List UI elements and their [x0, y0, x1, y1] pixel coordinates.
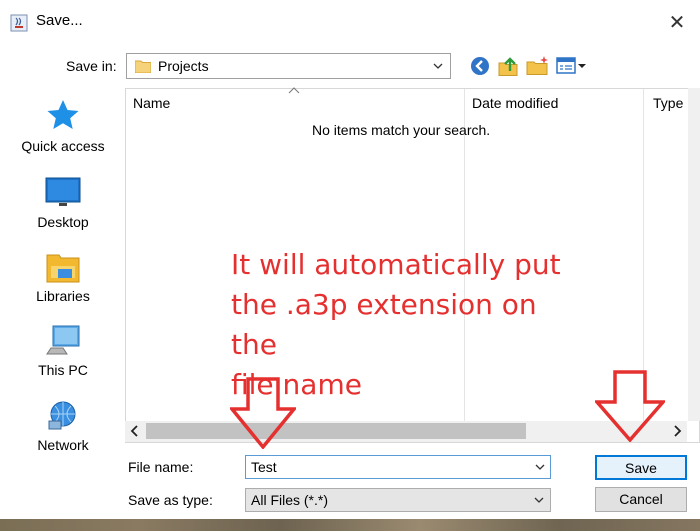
chevron-down-icon — [433, 63, 443, 69]
sidebar-item-label: This PC — [38, 362, 88, 378]
down-arrow-annotation-icon — [595, 370, 665, 442]
file-name-input[interactable] — [245, 455, 551, 479]
column-header-name[interactable]: Name — [133, 95, 170, 111]
annotation-line: the .a3p extension on the — [231, 288, 537, 361]
vertical-scrollbar[interactable] — [688, 88, 700, 421]
close-icon: ✕ — [668, 12, 686, 34]
title-bar — [0, 0, 700, 44]
network-icon — [48, 401, 76, 430]
save-in-value: Projects — [158, 58, 209, 74]
up-folder-icon[interactable] — [498, 55, 518, 77]
view-menu-button[interactable] — [556, 56, 590, 76]
sidebar-item-network[interactable]: Network — [2, 395, 124, 467]
column-header-type[interactable]: Type — [653, 95, 683, 111]
sidebar-item-desktop[interactable]: Desktop — [2, 170, 124, 242]
star-icon — [47, 100, 79, 129]
empty-message: No items match your search. — [312, 122, 491, 138]
save-as-type-value: All Files (*.*) — [251, 492, 329, 508]
cancel-button[interactable]: Cancel — [595, 487, 687, 512]
new-folder-icon[interactable] — [526, 55, 550, 77]
scrollbar-thumb[interactable] — [146, 423, 526, 439]
background-strip — [0, 519, 700, 531]
down-arrow-annotation-icon — [230, 377, 296, 449]
annotation-line: It will automatically put — [231, 248, 561, 281]
close-button[interactable]: ✕ — [662, 8, 692, 38]
sidebar-item-this-pc[interactable]: This PC — [2, 320, 124, 392]
sidebar-item-label: Network — [37, 437, 89, 453]
save-as-type-label: Save as type: — [128, 492, 213, 508]
chevron-down-icon[interactable] — [532, 459, 548, 475]
view-menu-icon — [556, 57, 586, 74]
computer-icon — [46, 325, 80, 355]
libraries-icon — [46, 254, 80, 283]
sidebar-item-label: Libraries — [36, 288, 90, 304]
sidebar-item-label: Quick access — [21, 138, 105, 154]
sidebar-item-label: Desktop — [37, 214, 89, 230]
file-name-label: File name: — [128, 459, 194, 475]
sidebar-item-libraries[interactable]: Libraries — [2, 246, 124, 318]
column-header-date-modified[interactable]: Date modified — [472, 95, 558, 111]
scroll-right-icon[interactable] — [670, 423, 684, 439]
java-cup-icon — [10, 14, 28, 32]
window-title: Save... — [36, 12, 83, 29]
sidebar-item-quick-access[interactable]: Quick access — [2, 94, 124, 166]
desktop-icon — [45, 177, 81, 206]
places-sidebar: Quick access Desktop Libraries This PC N… — [2, 88, 124, 468]
scroll-left-icon[interactable] — [128, 423, 142, 439]
folder-icon — [135, 60, 151, 73]
chevron-down-icon — [534, 497, 544, 503]
back-icon[interactable] — [470, 56, 490, 76]
sort-ascending-icon — [288, 87, 300, 94]
save-in-dropdown[interactable]: Projects — [126, 53, 451, 79]
save-in-label: Save in: — [66, 58, 117, 74]
save-button[interactable]: Save — [595, 455, 687, 480]
save-as-type-dropdown[interactable]: All Files (*.*) — [245, 488, 551, 512]
